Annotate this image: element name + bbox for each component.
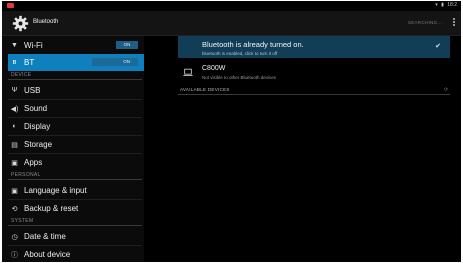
- language-icon: ▣: [11, 187, 18, 195]
- clock-icon: ◷: [11, 233, 18, 241]
- search-for-devices-button[interactable]: SEARCHING...: [408, 20, 442, 25]
- sidebar-item-bt[interactable]: ʙ BT ON: [8, 54, 144, 71]
- section-divider: [178, 94, 450, 95]
- clock-text: 18:2: [447, 2, 457, 8]
- notification-icon: [7, 3, 14, 8]
- available-devices-header: AVAILABLE DEVICES: [180, 87, 230, 92]
- this-device-row[interactable]: C800W Not visible to other Bluetooth dev…: [178, 63, 450, 83]
- sound-icon: ◀): [10, 105, 19, 113]
- sidebar-item-label: About device: [24, 250, 71, 259]
- section-header-personal: PERSONAL: [11, 172, 41, 178]
- bluetooth-icon: ʙ: [12, 59, 17, 66]
- sidebar-item-label: Backup & reset: [24, 204, 79, 213]
- settings-gear-icon[interactable]: [12, 15, 29, 32]
- sidebar-item-language[interactable]: ▣ Language & input: [8, 182, 144, 199]
- sidebar-item-wifi[interactable]: ▼ Wi-Fi ON: [8, 37, 144, 54]
- sidebar-item-label: Storage: [24, 140, 53, 149]
- sidebar-item-label: BT: [24, 58, 35, 67]
- sidebar-item-datetime[interactable]: ◷ Date & time: [8, 228, 144, 245]
- section-divider: [8, 225, 142, 226]
- bluetooth-status-title: Bluetooth is already turned on.: [202, 40, 304, 49]
- info-icon: ⓘ: [11, 251, 18, 259]
- apps-icon: ▣: [11, 159, 18, 167]
- settings-sidebar: ▼ Wi-Fi ON ʙ BT ON DEVICE Ψ USB ◀) Sound…: [2, 36, 144, 262]
- section-header-system: SYSTEM: [11, 218, 34, 224]
- sidebar-item-storage[interactable]: ▤ Storage: [8, 136, 144, 153]
- wifi-signal-icon: ▾: [435, 2, 438, 8]
- checkmark-icon[interactable]: ✔: [435, 42, 441, 50]
- page-title: Bluetooth: [33, 19, 59, 25]
- status-indicators: ▾ ▮ 18:2: [433, 2, 457, 8]
- sidebar-item-label: USB: [24, 86, 41, 95]
- device-visibility-text: Not visible to other Bluetooth devices: [202, 75, 277, 80]
- sidebar-item-label: Date & time: [24, 232, 66, 241]
- scanning-indicator-icon: ⟳: [444, 87, 449, 93]
- sidebar-item-apps[interactable]: ▣ Apps: [8, 154, 144, 171]
- sidebar-item-backup[interactable]: ⟲ Backup & reset: [8, 200, 144, 217]
- sidebar-item-sound[interactable]: ◀) Sound: [8, 100, 144, 117]
- usb-icon: Ψ: [11, 87, 18, 94]
- wifi-toggle[interactable]: ON: [116, 41, 138, 49]
- section-divider: [8, 179, 142, 180]
- action-bar: Bluetooth SEARCHING...: [2, 11, 461, 36]
- overflow-menu-icon[interactable]: [452, 17, 455, 30]
- sidebar-item-label: Display: [24, 122, 51, 131]
- android-settings-screen: ▾ ▮ 18:2 Bluetooth SEARCHING... ▼ Wi-Fi …: [2, 1, 461, 262]
- bluetooth-detail-pane: Bluetooth is already turned on. bluetoot…: [144, 36, 461, 262]
- section-divider: [8, 79, 142, 80]
- sidebar-item-label: Wi-Fi: [24, 41, 43, 50]
- bluetooth-status-row[interactable]: Bluetooth is already turned on. bluetoot…: [178, 36, 450, 58]
- sidebar-item-label: Language & input: [24, 186, 87, 195]
- display-icon: ◐: [12, 123, 17, 130]
- bluetooth-toggle[interactable]: ON: [92, 58, 138, 66]
- bluetooth-status-subtitle: bluetooth is enabled, click to turn it o…: [202, 51, 278, 56]
- wifi-icon: ▼: [11, 42, 18, 49]
- sidebar-item-display[interactable]: ◐ Display: [8, 118, 144, 135]
- laptop-icon: [183, 68, 193, 76]
- sidebar-item-about[interactable]: ⓘ About device: [8, 246, 144, 262]
- backup-icon: ⟲: [11, 205, 18, 213]
- sidebar-item-label: Sound: [24, 104, 48, 113]
- status-bar: ▾ ▮ 18:2: [2, 1, 461, 11]
- battery-icon: ▮: [441, 2, 444, 8]
- sidebar-item-usb[interactable]: Ψ USB: [8, 82, 144, 99]
- sidebar-item-label: Apps: [24, 158, 43, 167]
- device-name: C800W: [202, 65, 226, 72]
- storage-icon: ▤: [11, 141, 18, 149]
- section-header-device: DEVICE: [11, 72, 32, 78]
